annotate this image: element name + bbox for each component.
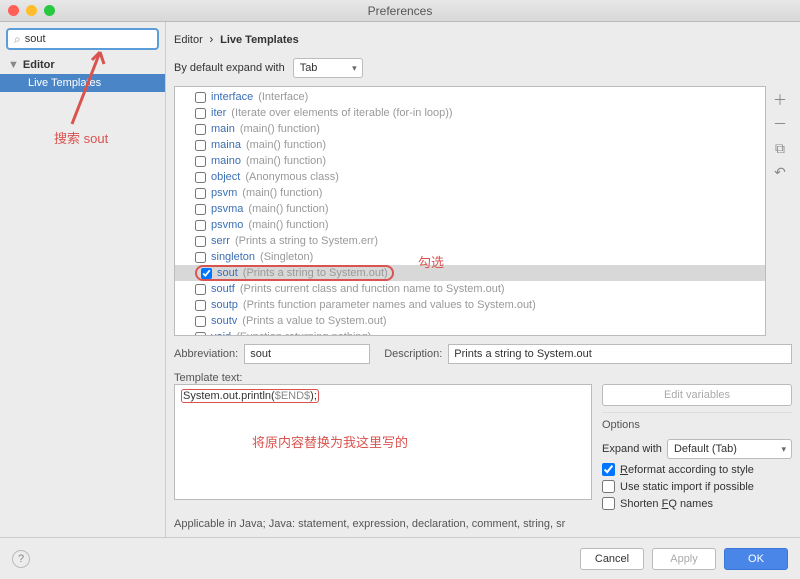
template-checkbox[interactable] [195, 316, 206, 327]
help-icon[interactable]: ? [12, 550, 30, 568]
sidebar-item-live-templates[interactable]: Live Templates [0, 74, 165, 92]
template-checkbox[interactable] [195, 300, 206, 311]
minimize-icon[interactable] [26, 5, 37, 16]
search-input[interactable] [25, 33, 167, 45]
titlebar: Preferences [0, 0, 800, 22]
annotation-replace-label: 将原内容替换为我这里写的 [252, 432, 408, 451]
applicable-contexts: Applicable in Java; Java: statement, exp… [174, 512, 792, 531]
template-checkbox[interactable] [195, 108, 206, 119]
template-row-soutv[interactable]: soutv (Prints a value to System.out) [175, 313, 765, 329]
copy-icon[interactable]: ⧉ [770, 138, 790, 158]
desc-label: Description: [384, 348, 442, 360]
sidebar: ⌕ ✕ ▼Editor Live Templates [0, 22, 166, 537]
template-row-psvma[interactable]: psvma (main() function) [175, 201, 765, 217]
template-row-main[interactable]: main (main() function) [175, 121, 765, 137]
template-checkbox[interactable] [195, 140, 206, 151]
template-row-soutp[interactable]: soutp (Prints function parameter names a… [175, 297, 765, 313]
template-row-sout[interactable]: sout (Prints a string to System.out) [175, 265, 765, 281]
search-input-wrap[interactable]: ⌕ ✕ [6, 28, 159, 50]
maximize-icon[interactable] [44, 5, 55, 16]
template-checkbox[interactable] [195, 252, 206, 263]
template-row-iter[interactable]: iter (Iterate over elements of iterable … [175, 105, 765, 121]
template-text-label: Template text: [174, 372, 242, 384]
search-icon: ⌕ [14, 32, 21, 47]
options-expand-label: Expand with [602, 443, 662, 455]
shorten-fq-checkbox[interactable] [602, 497, 615, 510]
template-row-psvm[interactable]: psvm (main() function) [175, 185, 765, 201]
dialog-footer: ? Cancel Apply OK [0, 537, 800, 579]
abbr-label: Abbreviation: [174, 348, 238, 360]
template-row-void[interactable]: void (Function returning nothing) [175, 329, 765, 336]
window-title: Preferences [368, 4, 433, 18]
template-row-singleton[interactable]: singleton (Singleton) [175, 249, 765, 265]
apply-button[interactable]: Apply [652, 548, 716, 570]
template-row-maina[interactable]: maina (main() function) [175, 137, 765, 153]
window-controls[interactable] [8, 5, 55, 16]
templates-list[interactable]: interface (Interface)iter (Iterate over … [174, 86, 766, 336]
template-row-psvmo[interactable]: psvmo (main() function) [175, 217, 765, 233]
content-pane: Editor › Live Templates By default expan… [166, 22, 800, 537]
options-expand-select[interactable]: Default (Tab) [667, 439, 792, 459]
template-checkbox[interactable] [195, 172, 206, 183]
description-input[interactable] [448, 344, 792, 364]
template-checkbox[interactable] [195, 204, 206, 215]
template-row-maino[interactable]: maino (main() function) [175, 153, 765, 169]
cancel-button[interactable]: Cancel [580, 548, 644, 570]
annotation-check-label: 勾选 [418, 252, 444, 271]
reformat-checkbox[interactable] [602, 463, 615, 476]
revert-icon[interactable]: ↶ [770, 162, 790, 182]
template-checkbox[interactable] [201, 268, 212, 279]
template-row-interface[interactable]: interface (Interface) [175, 89, 765, 105]
template-checkbox[interactable] [195, 92, 206, 103]
template-checkbox[interactable] [195, 156, 206, 167]
ok-button[interactable]: OK [724, 548, 788, 570]
expand-label: By default expand with [174, 62, 285, 74]
static-import-checkbox[interactable] [602, 480, 615, 493]
abbreviation-input[interactable] [244, 344, 370, 364]
template-row-soutf[interactable]: soutf (Prints current class and function… [175, 281, 765, 297]
template-checkbox[interactable] [195, 188, 206, 199]
template-checkbox[interactable] [195, 220, 206, 231]
breadcrumb: Editor › Live Templates [174, 28, 792, 50]
template-row-serr[interactable]: serr (Prints a string to System.err) [175, 233, 765, 249]
edit-variables-button[interactable]: Edit variables [602, 384, 792, 406]
template-checkbox[interactable] [195, 124, 206, 135]
annotation-search-label: 搜索 sout [54, 128, 108, 147]
close-icon[interactable] [8, 5, 19, 16]
options-title: Options [602, 419, 792, 431]
template-checkbox[interactable] [195, 236, 206, 247]
sidebar-group-editor[interactable]: ▼Editor [0, 56, 165, 74]
expand-select[interactable]: Tab [293, 58, 363, 78]
template-checkbox[interactable] [195, 284, 206, 295]
template-row-object[interactable]: object (Anonymous class) [175, 169, 765, 185]
add-icon[interactable]: ＋ [770, 90, 790, 110]
remove-icon[interactable]: － [770, 114, 790, 134]
